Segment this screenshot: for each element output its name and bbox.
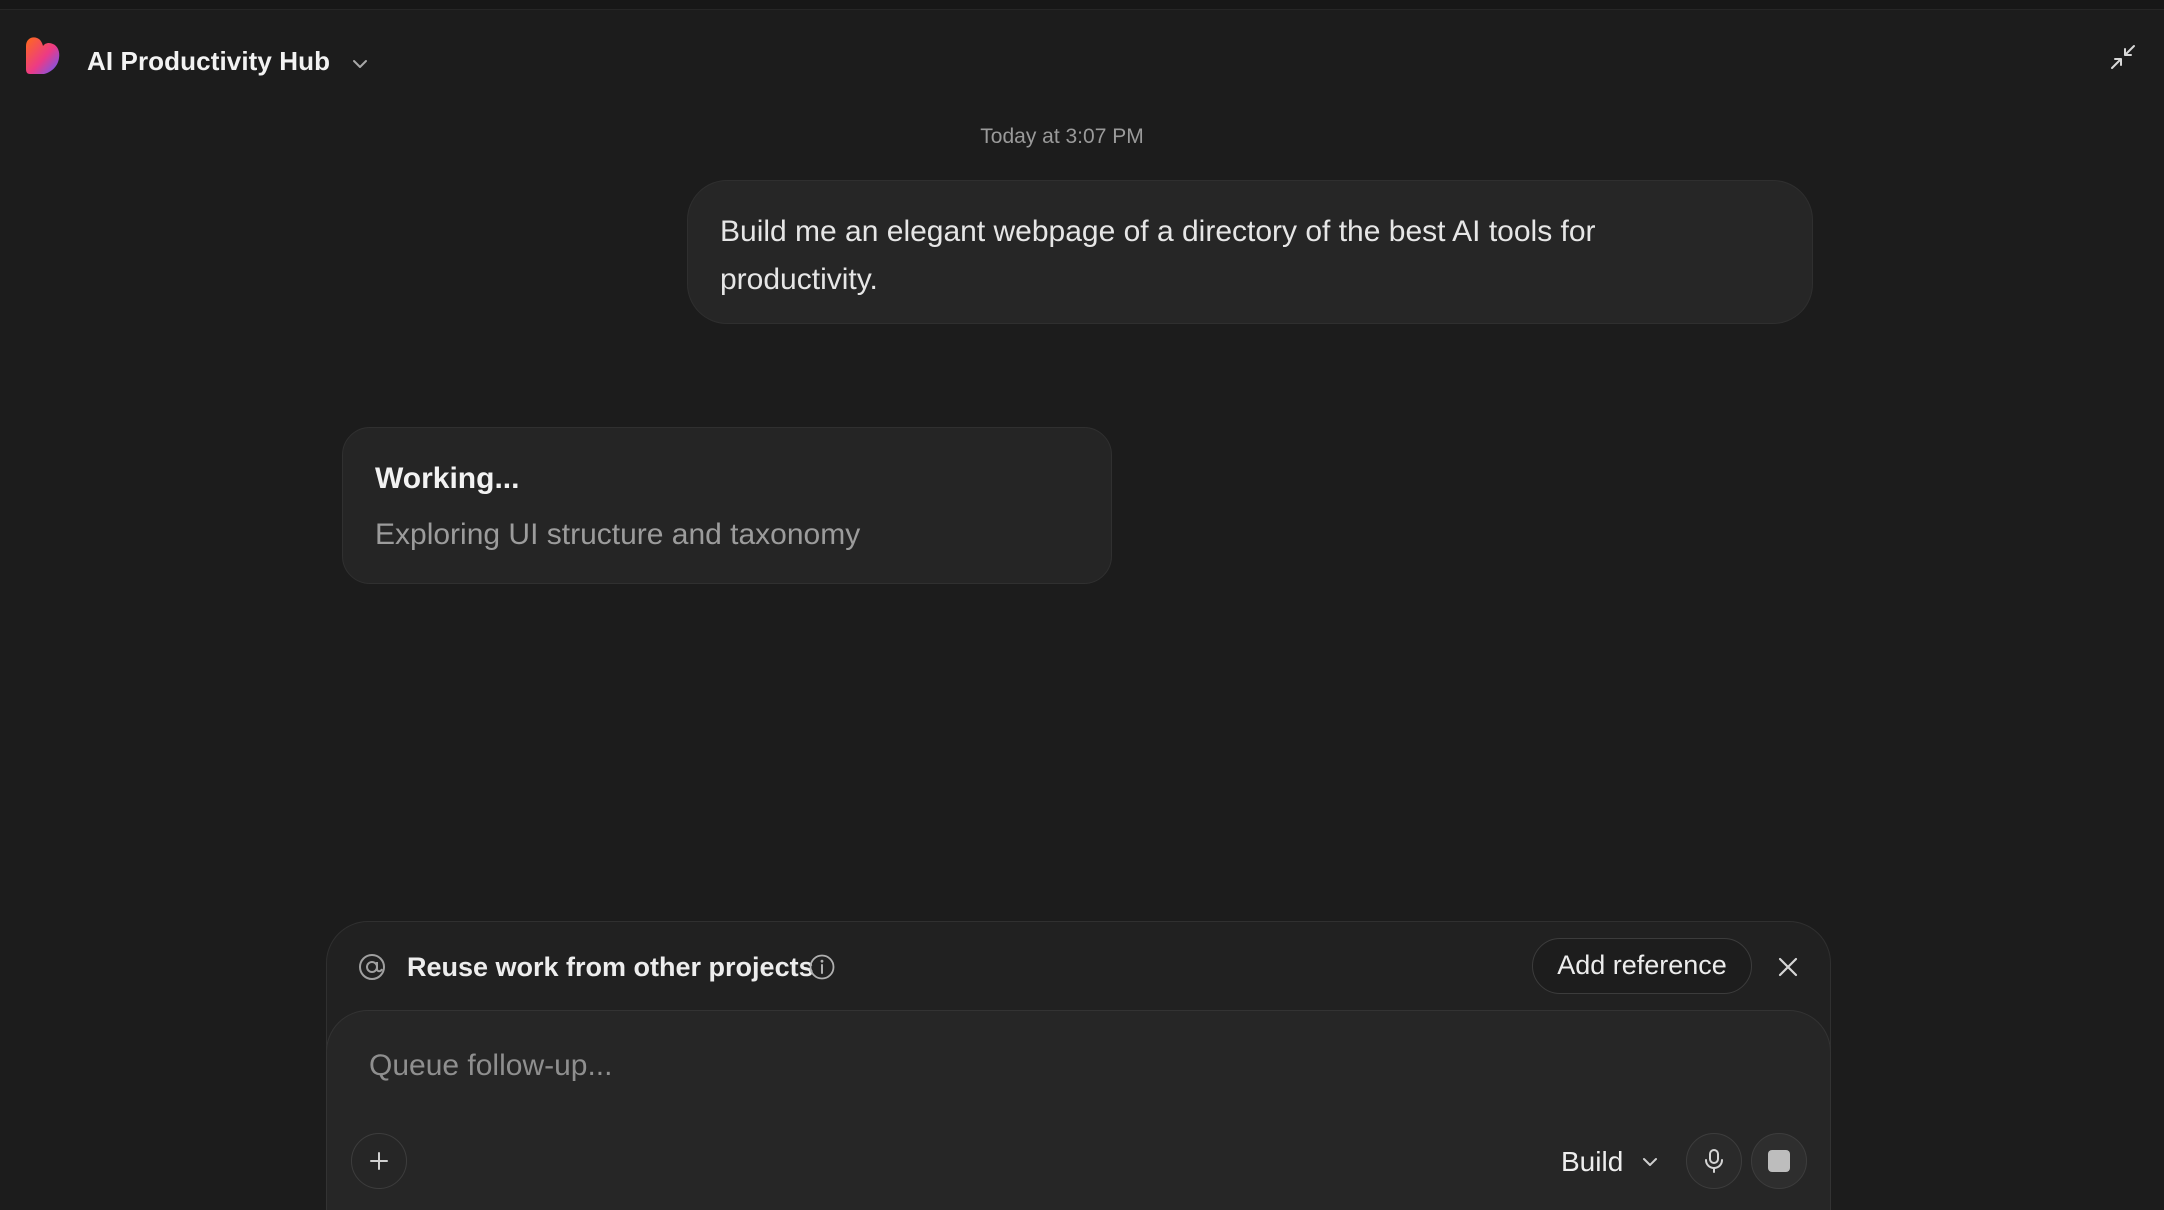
stop-icon bbox=[1768, 1150, 1790, 1172]
at-sign-icon bbox=[359, 954, 385, 980]
status-detail: Exploring UI structure and taxonomy bbox=[375, 518, 861, 551]
app-window: AI Productivity Hub Today at 3:07 PM Bui… bbox=[0, 0, 2164, 1210]
user-message-text: Build me an elegant webpage of a directo… bbox=[720, 215, 1596, 296]
close-icon[interactable] bbox=[1773, 952, 1803, 982]
attach-button[interactable] bbox=[351, 1133, 407, 1189]
add-reference-button[interactable]: Add reference bbox=[1532, 938, 1752, 994]
microphone-icon bbox=[1705, 1149, 1723, 1173]
stop-button[interactable] bbox=[1751, 1133, 1807, 1189]
mode-select[interactable]: Build bbox=[1561, 1141, 1661, 1183]
input-panel: Build bbox=[326, 1010, 1831, 1210]
composer: Reuse work from other projects Add refer… bbox=[326, 921, 1831, 1210]
top-divider bbox=[0, 0, 2164, 10]
user-message-bubble: Build me an elegant webpage of a directo… bbox=[687, 180, 1813, 324]
info-icon[interactable] bbox=[808, 953, 836, 981]
message-timestamp: Today at 3:07 PM bbox=[980, 125, 1144, 148]
chevron-down-icon[interactable] bbox=[348, 52, 372, 76]
lovable-heart-logo bbox=[26, 37, 60, 74]
collapse-arrows-icon[interactable] bbox=[2108, 42, 2138, 72]
reference-bar-label: Reuse work from other projects bbox=[407, 952, 814, 982]
mode-label: Build bbox=[1561, 1146, 1624, 1177]
chevron-down-icon bbox=[1643, 1158, 1658, 1166]
reference-bar: Reuse work from other projects Add refer… bbox=[327, 922, 1830, 1010]
microphone-button[interactable] bbox=[1686, 1133, 1742, 1189]
status-card: Working... Exploring UI structure and ta… bbox=[342, 427, 1112, 584]
plus-icon bbox=[370, 1152, 388, 1170]
project-title[interactable]: AI Productivity Hub bbox=[87, 46, 330, 77]
header: AI Productivity Hub bbox=[0, 10, 2164, 102]
follow-up-input[interactable] bbox=[367, 1043, 1671, 1089]
status-title: Working... bbox=[375, 462, 520, 495]
